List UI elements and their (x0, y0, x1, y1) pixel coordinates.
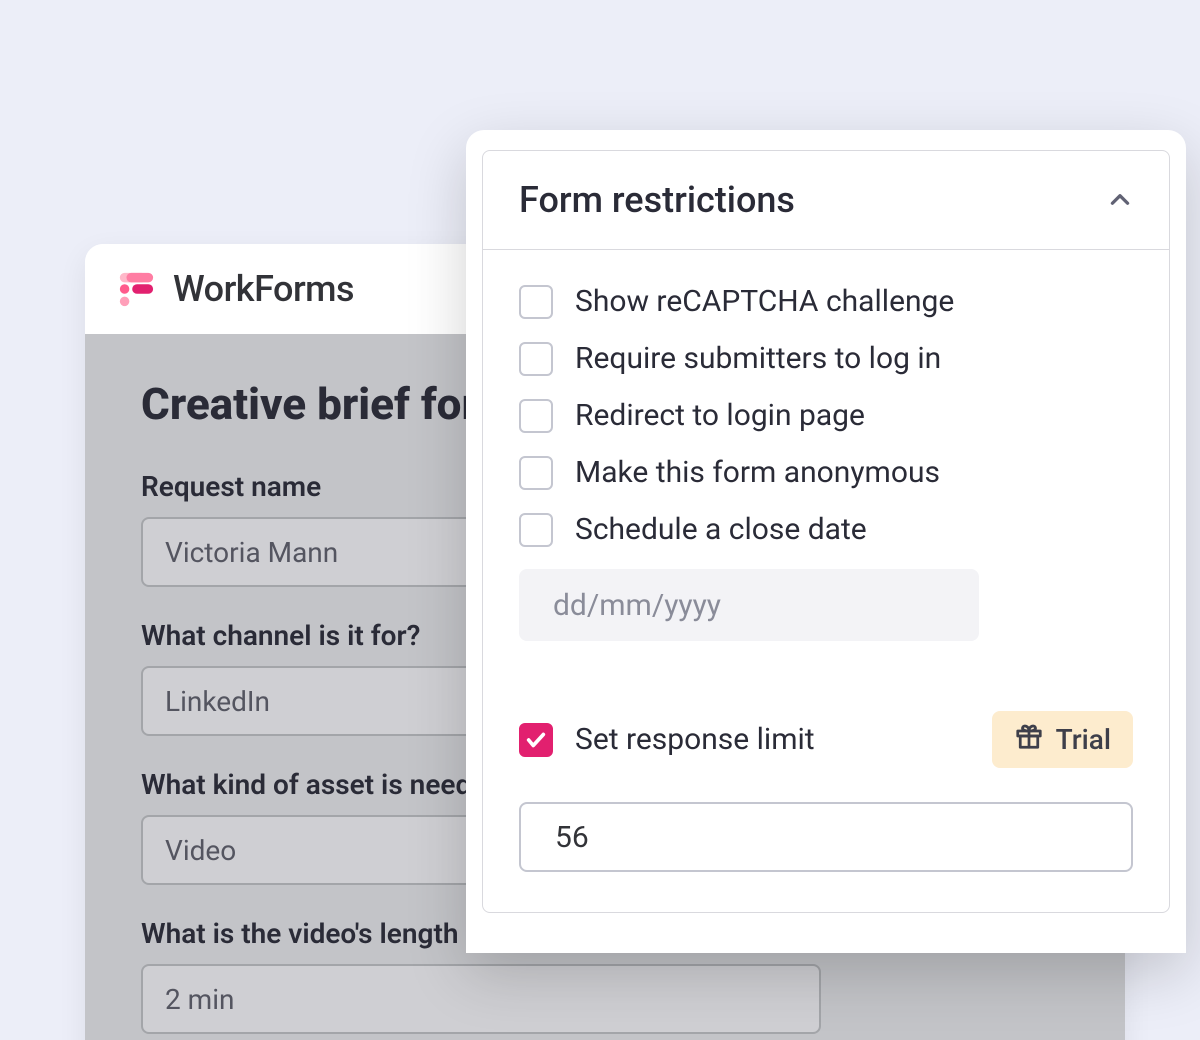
field-value: Victoria Mann (165, 536, 338, 569)
checkbox-checked[interactable] (519, 723, 553, 757)
field-value: 2 min (165, 983, 235, 1016)
checkbox[interactable] (519, 399, 553, 433)
field-value: LinkedIn (165, 685, 270, 718)
panel-title: Form restrictions (519, 179, 795, 221)
option-label: Require submitters to log in (575, 341, 941, 376)
field-input-length[interactable]: 2 min (141, 964, 821, 1034)
option-label: Redirect to login page (575, 398, 865, 433)
brand-name: WorkForms (173, 268, 354, 310)
settings-inner: Form restrictions Show reCAPTCHA challen… (482, 150, 1170, 913)
option-label: Make this form anonymous (575, 455, 940, 490)
trial-badge-text: Trial (1056, 723, 1111, 756)
checkbox[interactable] (519, 285, 553, 319)
workforms-logo-icon (117, 270, 155, 308)
response-limit-input[interactable] (519, 802, 1133, 872)
limit-label: Set response limit (575, 722, 815, 757)
close-date-input[interactable]: dd/mm/yyyy (519, 569, 979, 641)
checkbox[interactable] (519, 342, 553, 376)
option-row-close-date[interactable]: Schedule a close date (519, 512, 1133, 547)
settings-panel: Form restrictions Show reCAPTCHA challen… (466, 130, 1186, 953)
panel-header[interactable]: Form restrictions (483, 151, 1169, 250)
option-row-recaptcha[interactable]: Show reCAPTCHA challenge (519, 284, 1133, 319)
option-row-require-login[interactable]: Require submitters to log in (519, 341, 1133, 376)
response-limit-section: Set response limit Trial (519, 711, 1133, 872)
limit-row: Set response limit Trial (519, 711, 1133, 768)
chevron-up-icon (1107, 187, 1133, 213)
option-label: Show reCAPTCHA challenge (575, 284, 954, 319)
date-placeholder: dd/mm/yyyy (553, 588, 721, 623)
option-row-anonymous[interactable]: Make this form anonymous (519, 455, 1133, 490)
checkbox[interactable] (519, 456, 553, 490)
field-value: Video (165, 834, 236, 867)
option-label: Schedule a close date (575, 512, 867, 547)
trial-badge[interactable]: Trial (992, 711, 1133, 768)
panel-body: Show reCAPTCHA challenge Require submitt… (483, 250, 1169, 912)
option-row-redirect-login[interactable]: Redirect to login page (519, 398, 1133, 433)
checkbox[interactable] (519, 513, 553, 547)
gift-icon (1014, 721, 1044, 758)
